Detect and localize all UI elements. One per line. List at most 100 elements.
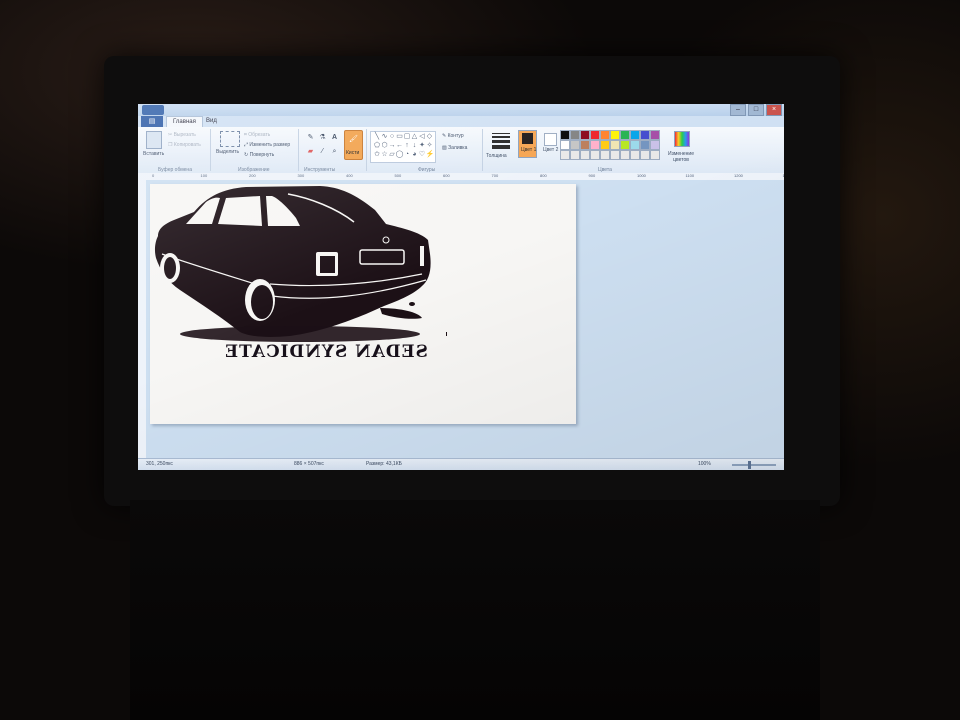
separator [482,129,483,171]
palette-swatch[interactable] [620,150,630,160]
color1-button[interactable]: Цвет 1 [518,130,537,158]
shape-tool[interactable]: ⚡ [426,151,435,159]
color1-swatch [522,133,533,144]
palette-swatch[interactable] [590,150,600,160]
color2-button[interactable]: Цвет 2 [540,130,559,158]
text-icon[interactable]: A [330,133,339,142]
fill-icon[interactable]: ⚗ [318,133,327,142]
cursor-position: 301, 250пкс [146,461,173,467]
ruler-tick: 1100 [685,173,695,178]
palette-swatch[interactable] [620,130,630,140]
ribbon-tabs: ▤ Главная Вид [138,116,784,128]
app-menu-button[interactable]: ▤ [141,116,163,127]
palette-swatch[interactable] [630,140,640,150]
paste-button[interactable]: Вставить [143,151,164,157]
select-icon[interactable] [220,131,240,147]
palette-swatch[interactable] [600,140,610,150]
palette-swatch[interactable] [640,140,650,150]
palette-swatch[interactable] [600,130,610,140]
select-button[interactable]: Выделить [216,149,239,155]
copy-button[interactable]: ❐ Копировать [168,142,201,148]
zoom-slider[interactable] [732,464,776,466]
palette-swatch[interactable] [580,150,590,160]
window-controls: – □ × [730,104,782,116]
copy-label: Копировать [173,142,201,148]
palette-swatch[interactable] [650,140,660,150]
pencil-icon[interactable]: ✎ [306,133,315,142]
thickness-icon[interactable] [492,133,510,151]
paint-window: – □ × ▤ Главная Вид Вставить ✂ Вырезать … [138,104,784,470]
palette-swatch[interactable] [560,130,570,140]
resize-button[interactable]: ⤢ Изменить размер [244,142,290,148]
ribbon: Вставить ✂ Вырезать ❐ Копировать Буфер о… [138,127,784,174]
palette-swatch[interactable] [580,140,590,150]
palette-swatch[interactable] [590,140,600,150]
ruler-tick: 1000 [637,173,646,178]
shapes-gallery[interactable]: ╲ ∿ ○ ▭ ▢ △ ◁ ◇ ⬠ ⬡ → ← ↑ ↓ ✦ ✧ ✩ ☆ ▱ ◯ ◔ ◕ ♡ ⚡ [370,131,436,163]
car-silhouette [154,186,447,342]
paste-icon[interactable] [146,131,162,149]
palette-swatch[interactable] [590,130,600,140]
magnifier-icon[interactable]: ⌕ [330,147,339,156]
selection-size: 886 × 507пкс [294,461,324,467]
palette-swatch[interactable] [640,130,650,140]
zoom-slider-handle[interactable] [748,461,751,469]
cut-label: Вырезать [173,132,196,138]
file-size: Размер: 43,1КБ [366,461,402,467]
edit-colors-button[interactable]: Изменение цветов [666,151,696,163]
palette-swatch[interactable] [610,130,620,140]
brush-icon: 🖌 [349,136,358,143]
palette-swatch[interactable] [560,150,570,160]
rotate-label: Повернуть [249,152,275,158]
shape-tool[interactable]: ◇ [426,133,434,141]
palette-swatch[interactable] [570,130,580,140]
cut-button[interactable]: ✂ Вырезать [168,132,196,138]
color2-swatch [544,133,557,146]
outline-button[interactable]: ✎ Контур [442,133,464,139]
ruler-tick: 400 [346,173,353,178]
ruler-tick: 800 [540,173,547,178]
minimize-button[interactable]: – [730,104,746,116]
drawing-canvas[interactable]: SEDAN SYNDICATE [150,184,576,424]
maximize-button[interactable]: □ [748,104,764,116]
ruler-tick: 700 [491,173,499,178]
palette-swatch[interactable] [600,150,610,160]
close-button[interactable]: × [766,104,782,116]
shape-tool[interactable]: ✧ [426,142,434,150]
palette-swatch[interactable] [560,140,570,150]
palette-swatch[interactable] [630,150,640,160]
resize-label: Изменить размер [249,142,291,148]
ruler-tick: 1200 [734,173,743,178]
separator [298,129,299,171]
palette-swatch[interactable] [580,130,590,140]
rotate-button[interactable]: ↻ Повернуть [244,152,274,158]
palette-swatch[interactable] [630,130,640,140]
palette-swatch[interactable] [620,140,630,150]
quick-access-toolbar[interactable] [142,105,164,115]
ruler-tick: 600 [443,173,450,178]
canvas-text-mirrored: SEDAN SYNDICATE [224,342,428,362]
edit-colors-icon[interactable] [674,131,690,147]
ruler-tick: 0 [152,173,155,178]
ruler-tick: 200 [249,173,256,178]
palette-swatch[interactable] [610,140,620,150]
eraser-icon[interactable]: ▰ [306,147,315,156]
separator [366,129,367,171]
picker-icon[interactable]: ⁄ [318,147,327,156]
laptop-keyboard [130,500,820,720]
palette-swatch[interactable] [650,130,660,140]
palette-swatch[interactable] [610,150,620,160]
palette-swatch[interactable] [570,150,580,160]
brush-button[interactable]: 🖌 Кисти [344,130,363,160]
thickness-button[interactable]: Толщина [486,153,507,159]
color2-label: Цвет 2 [543,147,559,153]
title-bar: – □ × [138,104,784,116]
crop-button[interactable]: ⌗ Обрезать [244,132,270,138]
fill-button[interactable]: ▧ Заливка [442,145,467,151]
color1-label: Цвет 1 [521,147,537,153]
palette-swatch[interactable] [570,140,580,150]
tab-view[interactable]: Вид [200,116,223,127]
palette-swatch[interactable] [650,150,660,160]
ruler-tick: 1300 [783,173,785,178]
palette-swatch[interactable] [640,150,650,160]
